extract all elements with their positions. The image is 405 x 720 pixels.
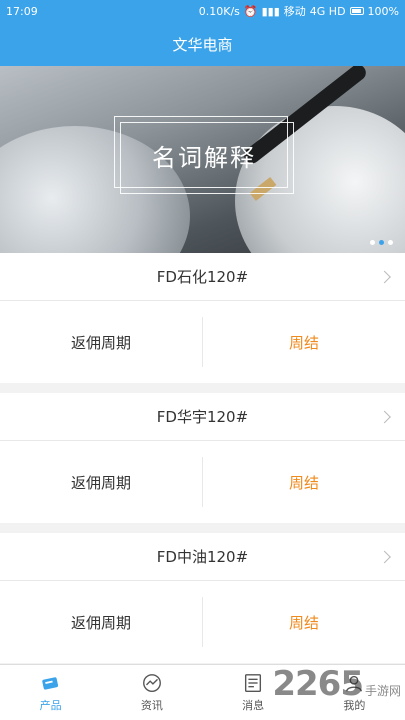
product-name: FD石化120# bbox=[156, 268, 249, 286]
carousel-dots bbox=[370, 240, 393, 245]
net-speed: 0.10K/s bbox=[198, 4, 240, 18]
product-card-body: 返佣周期 周结 bbox=[0, 581, 405, 663]
carousel-dot[interactable] bbox=[388, 240, 393, 245]
product-card-header[interactable]: FD石化120# bbox=[0, 253, 405, 301]
product-card-body: 返佣周期 周结 bbox=[0, 301, 405, 383]
tab-label: 资讯 bbox=[140, 699, 163, 712]
message-icon bbox=[245, 674, 262, 692]
product-card-body: 返佣周期 周结 bbox=[0, 441, 405, 523]
tab-label: 产品 bbox=[39, 699, 62, 712]
carousel-dot-active[interactable] bbox=[379, 240, 384, 245]
watermark-logo: 2265 手游网 bbox=[272, 664, 401, 704]
product-card-header[interactable]: FD华宇120# bbox=[0, 393, 405, 441]
rebate-label: 返佣周期 bbox=[0, 597, 203, 647]
chevron-right-icon bbox=[378, 270, 391, 283]
tab-label: 消息 bbox=[242, 699, 265, 712]
rebate-value: 周结 bbox=[288, 333, 319, 352]
banner-carousel[interactable]: 名词解释 bbox=[0, 66, 405, 253]
product-card[interactable]: FD石化120# 返佣周期 周结 bbox=[0, 253, 405, 383]
rebate-label: 返佣周期 bbox=[0, 457, 203, 507]
battery-level: 100% bbox=[367, 4, 399, 18]
chevron-right-icon bbox=[378, 410, 391, 423]
signal-icon: ▮▮▮ bbox=[261, 4, 280, 18]
page-title: 文华电商 bbox=[172, 35, 233, 54]
rebate-label: 返佣周期 bbox=[0, 317, 203, 367]
product-name: FD华宇120# bbox=[156, 408, 249, 426]
watermark-suffix: 手游网 bbox=[364, 684, 401, 698]
status-time: 17:09 bbox=[6, 4, 38, 18]
product-name: FD中油120# bbox=[156, 548, 249, 566]
news-icon bbox=[142, 674, 161, 692]
carousel-dot[interactable] bbox=[370, 240, 375, 245]
status-indicators: 0.10K/s ⏰ ▮▮▮ 移动 4G HD 100% bbox=[199, 3, 399, 19]
tab-product[interactable]: 产品 bbox=[0, 665, 101, 720]
rebate-value: 周结 bbox=[288, 613, 319, 632]
alarm-icon: ⏰ bbox=[243, 4, 258, 18]
battery-icon bbox=[349, 7, 364, 15]
product-card[interactable]: FD中油120# 返佣周期 周结 bbox=[0, 533, 405, 663]
banner-title: 名词解释 bbox=[152, 143, 256, 172]
product-card-header[interactable]: FD中油120# bbox=[0, 533, 405, 581]
app-header: 文华电商 bbox=[0, 22, 405, 66]
product-list: FD石化120# 返佣周期 周结 FD华宇120# 返佣周期 周结 FD中油12… bbox=[0, 253, 405, 663]
tab-news[interactable]: 资讯 bbox=[101, 665, 202, 720]
network-type: 4G HD bbox=[309, 4, 346, 18]
chevron-right-icon bbox=[378, 550, 391, 563]
rebate-value: 周结 bbox=[288, 473, 319, 492]
carrier: 移动 bbox=[283, 5, 306, 18]
product-icon bbox=[41, 677, 58, 690]
watermark-text: 2265 bbox=[272, 664, 364, 704]
status-bar: 17:09 0.10K/s ⏰ ▮▮▮ 移动 4G HD 100% bbox=[0, 0, 405, 22]
product-card[interactable]: FD华宇120# 返佣周期 周结 bbox=[0, 393, 405, 523]
